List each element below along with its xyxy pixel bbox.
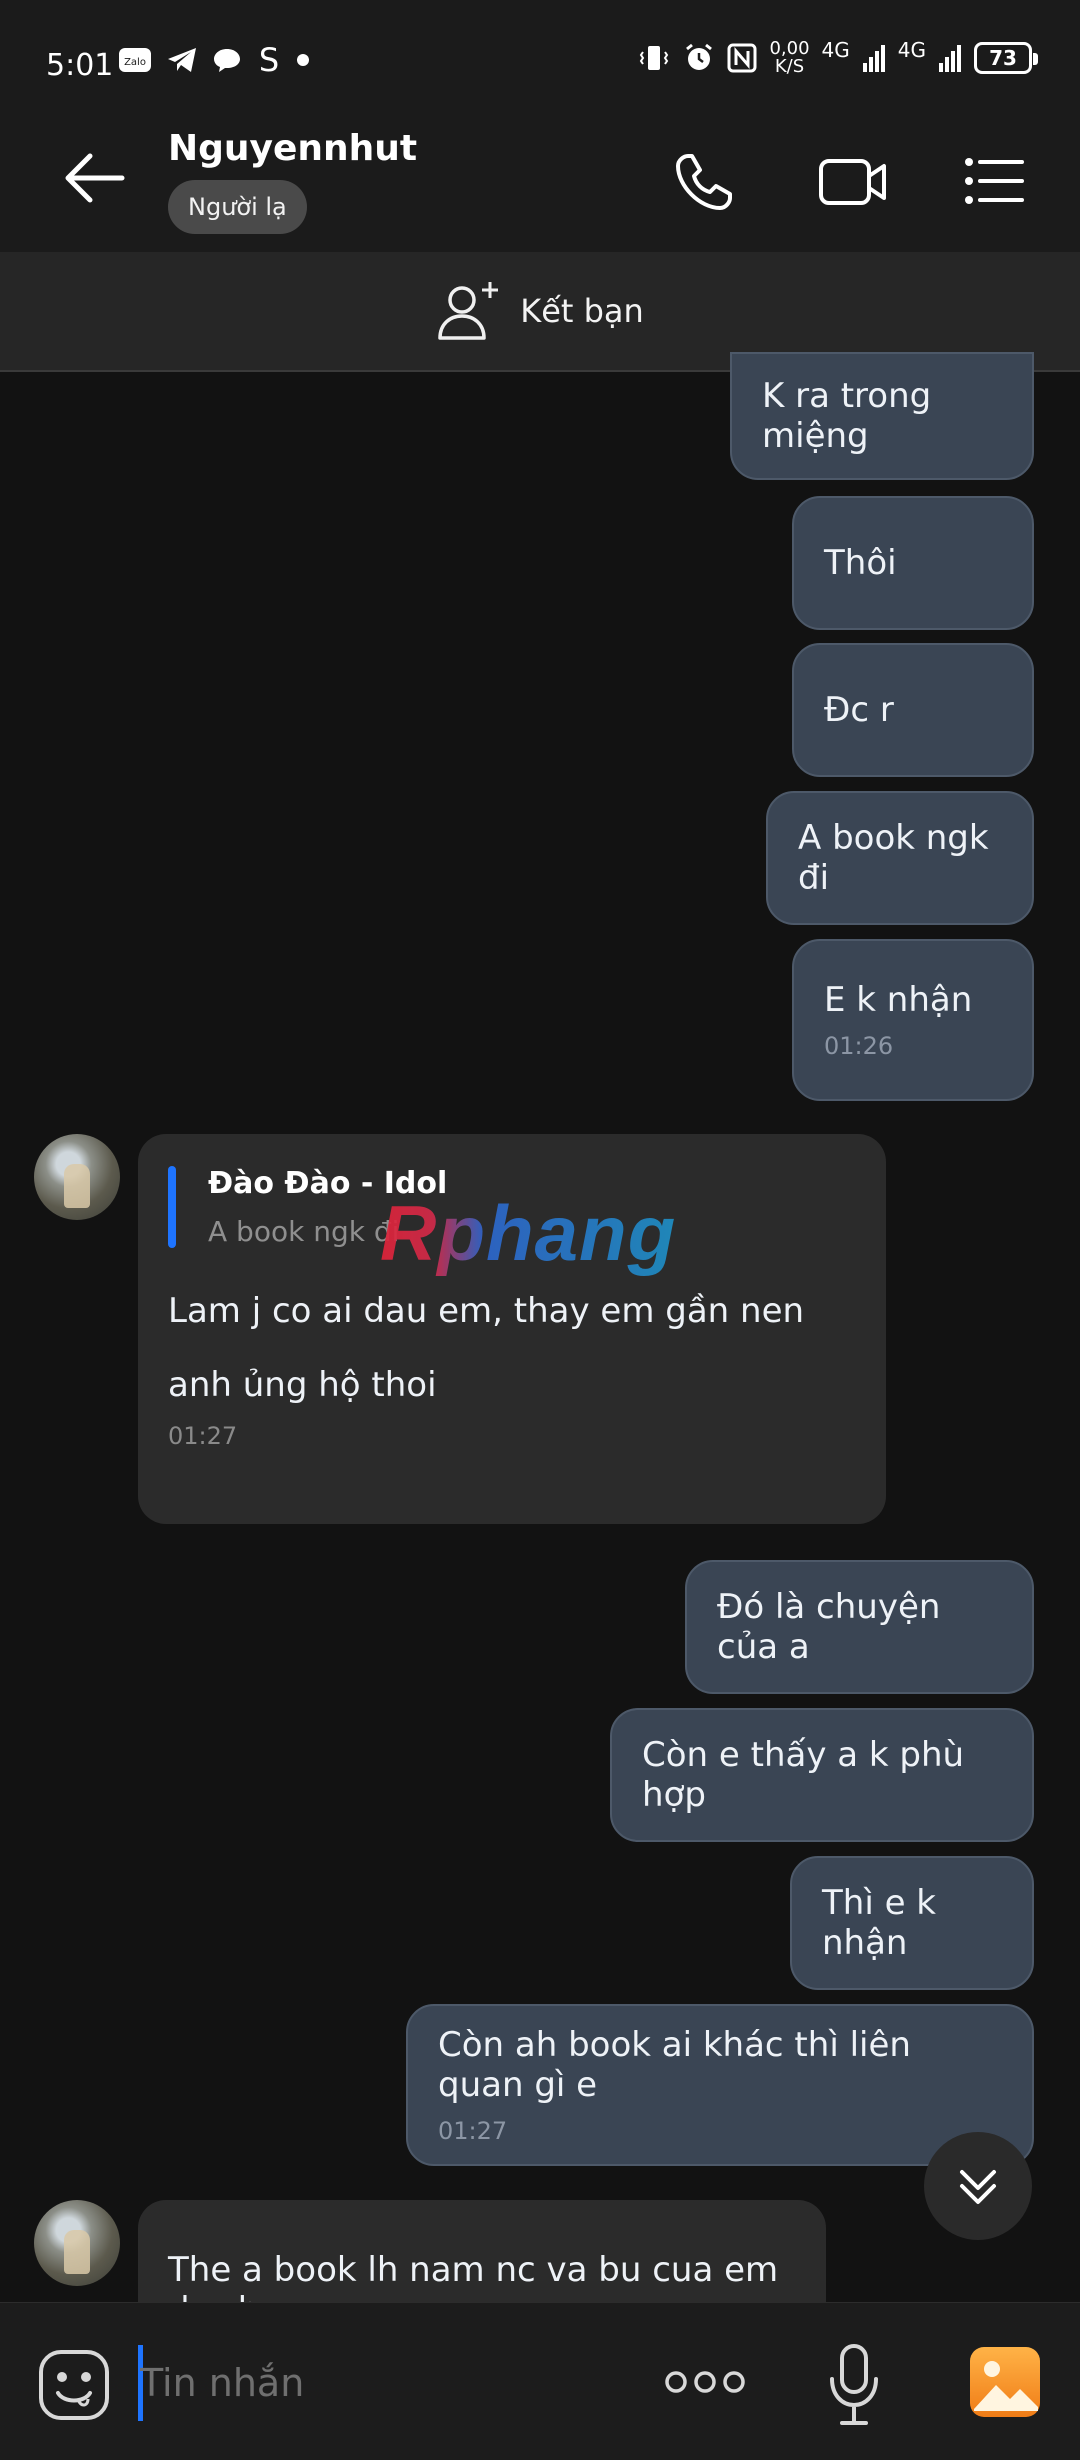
network-type-1: 4G <box>821 38 850 62</box>
status-time: 5:01 <box>46 48 114 83</box>
message-text: A book ngk đi <box>798 818 989 898</box>
watermark-logo: Rphang <box>380 1189 677 1277</box>
net-speed: 0,00 K/S <box>769 40 809 76</box>
scroll-to-bottom-button[interactable] <box>924 2132 1032 2240</box>
quote-bar <box>168 1166 176 1248</box>
video-call-icon[interactable] <box>818 156 888 208</box>
telegram-icon <box>168 48 196 72</box>
s-app-icon: S <box>259 44 279 76</box>
back-arrow-icon[interactable] <box>60 148 130 208</box>
message-text: Thì e k nhận <box>822 1883 936 1963</box>
vibrate-icon <box>640 46 669 70</box>
status-bar: 5:01 Zalo S 0,00 K/S 4G 4G 73 <box>0 0 1080 108</box>
menu-list-icon[interactable] <box>964 156 1024 206</box>
contact-name[interactable]: Nguyennhut <box>168 128 417 169</box>
add-user-icon <box>438 282 499 340</box>
zalo-icon: Zalo <box>119 48 151 72</box>
network-type-2: 4G <box>897 38 926 62</box>
emoji-icon[interactable] <box>38 2349 110 2421</box>
message-bubble-outgoing[interactable]: Còn ah book ai khác thì liên quan gì e 0… <box>406 2004 1034 2166</box>
svg-text:S: S <box>259 44 279 76</box>
svg-text:Zalo: Zalo <box>124 57 146 68</box>
message-text: Còn ah book ai khác thì liên quan gì e <box>438 2025 911 2105</box>
message-time: 01:27 <box>168 1422 238 1450</box>
stranger-badge: Người lạ <box>168 180 307 234</box>
message-bubble-outgoing[interactable]: Còn e thấy a k phù hợp <box>610 1708 1034 1842</box>
add-friend-label: Kết bạn <box>520 292 644 330</box>
chat-bubble-icon <box>214 49 240 72</box>
message-bubble-outgoing[interactable]: E k nhận 01:26 <box>792 939 1034 1101</box>
more-dots-icon[interactable] <box>664 2367 746 2397</box>
battery-icon: 73 <box>974 42 1038 74</box>
avatar[interactable] <box>34 2200 120 2286</box>
dot-icon <box>297 54 309 66</box>
message-time: 01:26 <box>824 1032 894 1060</box>
signal-icon-2 <box>939 45 961 72</box>
message-bubble-outgoing[interactable]: Thì e k nhận <box>790 1856 1034 1990</box>
message-input-bar <box>0 2302 1080 2460</box>
message-input[interactable] <box>140 2341 620 2425</box>
image-gallery-icon[interactable] <box>968 2345 1042 2419</box>
phone-icon[interactable] <box>672 150 736 214</box>
message-text: Thôi <box>824 543 897 583</box>
system-status-icons: 0,00 K/S 4G 4G 73 <box>637 38 1038 76</box>
message-text: Lam j co ai dau em, thay em gần nen anh … <box>168 1291 805 1405</box>
message-bubble-outgoing[interactable]: Đc r <box>792 643 1034 777</box>
net-speed-unit: K/S <box>774 56 805 77</box>
message-text: Đó là chuyện của a <box>717 1587 941 1667</box>
message-bubble-outgoing[interactable]: Thôi <box>792 496 1034 630</box>
message-text: Đc r <box>824 690 894 730</box>
message-text: Còn e thấy a k phù hợp <box>642 1735 965 1815</box>
alarm-icon <box>686 43 713 70</box>
signal-icon <box>862 45 885 72</box>
message-text: E k nhận <box>824 980 973 1020</box>
message-bubble-outgoing[interactable]: K ra trong miệng <box>730 352 1034 480</box>
message-text: K ra trong miệng <box>762 376 932 456</box>
message-bubble-outgoing[interactable]: A book ngk đi <box>766 791 1034 925</box>
avatar[interactable] <box>34 1134 120 1220</box>
message-time: 01:27 <box>438 2117 508 2145</box>
battery-level: 73 <box>989 46 1017 70</box>
nfc-icon <box>727 43 757 73</box>
message-bubble-outgoing[interactable]: Đó là chuyện của a <box>685 1560 1034 1694</box>
chat-header: Nguyennhut Người lạ <box>0 108 1080 252</box>
double-chevron-down-icon <box>960 2170 996 2204</box>
notification-icons: Zalo S <box>118 44 310 76</box>
microphone-icon[interactable] <box>826 2343 882 2427</box>
